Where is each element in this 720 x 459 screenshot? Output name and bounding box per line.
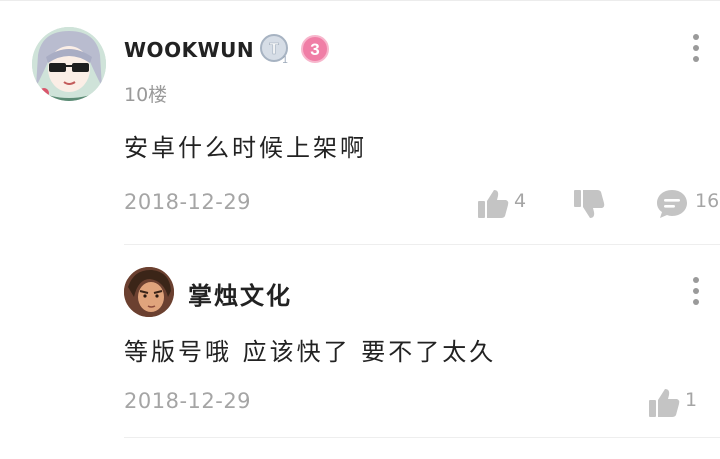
like-button[interactable]: 4	[476, 187, 536, 221]
reply-button[interactable]: 16	[655, 187, 720, 221]
reply-count: 16	[695, 190, 720, 212]
character-avatar-image	[124, 267, 174, 317]
reply-text: 等版号哦 应该快了 要不了太久	[124, 338, 497, 366]
svg-text:3: 3	[310, 40, 319, 59]
comment-username[interactable]: WOOKWUN	[124, 38, 254, 62]
reply-username[interactable]: 掌烛文化	[188, 276, 292, 311]
comment-thread: WOOKWUN T 1 3 10楼 安卓什么时候上架啊 2018-12-29 4	[0, 0, 720, 459]
reply-like-count: 1	[685, 389, 698, 411]
comment-bubble-icon	[657, 190, 687, 218]
like-count: 4	[514, 190, 527, 212]
top-divider	[0, 0, 720, 1]
reply-more-options-button[interactable]	[688, 273, 704, 309]
user-avatar[interactable]	[32, 27, 106, 101]
dislike-button[interactable]	[572, 187, 608, 221]
comment-date: 2018-12-29	[124, 190, 252, 214]
floor-number: 10楼	[124, 84, 168, 106]
vip-s-badge-icon: 3	[301, 35, 329, 63]
svg-text:1: 1	[282, 55, 288, 65]
more-vertical-icon	[693, 277, 699, 305]
more-options-button[interactable]	[688, 30, 704, 66]
svg-text:T: T	[269, 41, 279, 58]
thumbs-down-icon	[574, 190, 605, 218]
level-t1-badge-icon: T 1	[260, 34, 288, 65]
reply-like-button[interactable]: 1	[647, 386, 707, 420]
reply-divider	[124, 437, 720, 438]
comment-divider	[124, 244, 720, 245]
more-vertical-icon	[693, 34, 699, 62]
comment-text: 安卓什么时候上架啊	[124, 134, 367, 162]
thumbs-up-icon	[649, 389, 680, 417]
anime-avatar-image	[32, 27, 106, 101]
reply-date: 2018-12-29	[124, 389, 252, 413]
thumbs-up-icon	[478, 190, 509, 218]
reply-avatar[interactable]	[124, 267, 174, 317]
